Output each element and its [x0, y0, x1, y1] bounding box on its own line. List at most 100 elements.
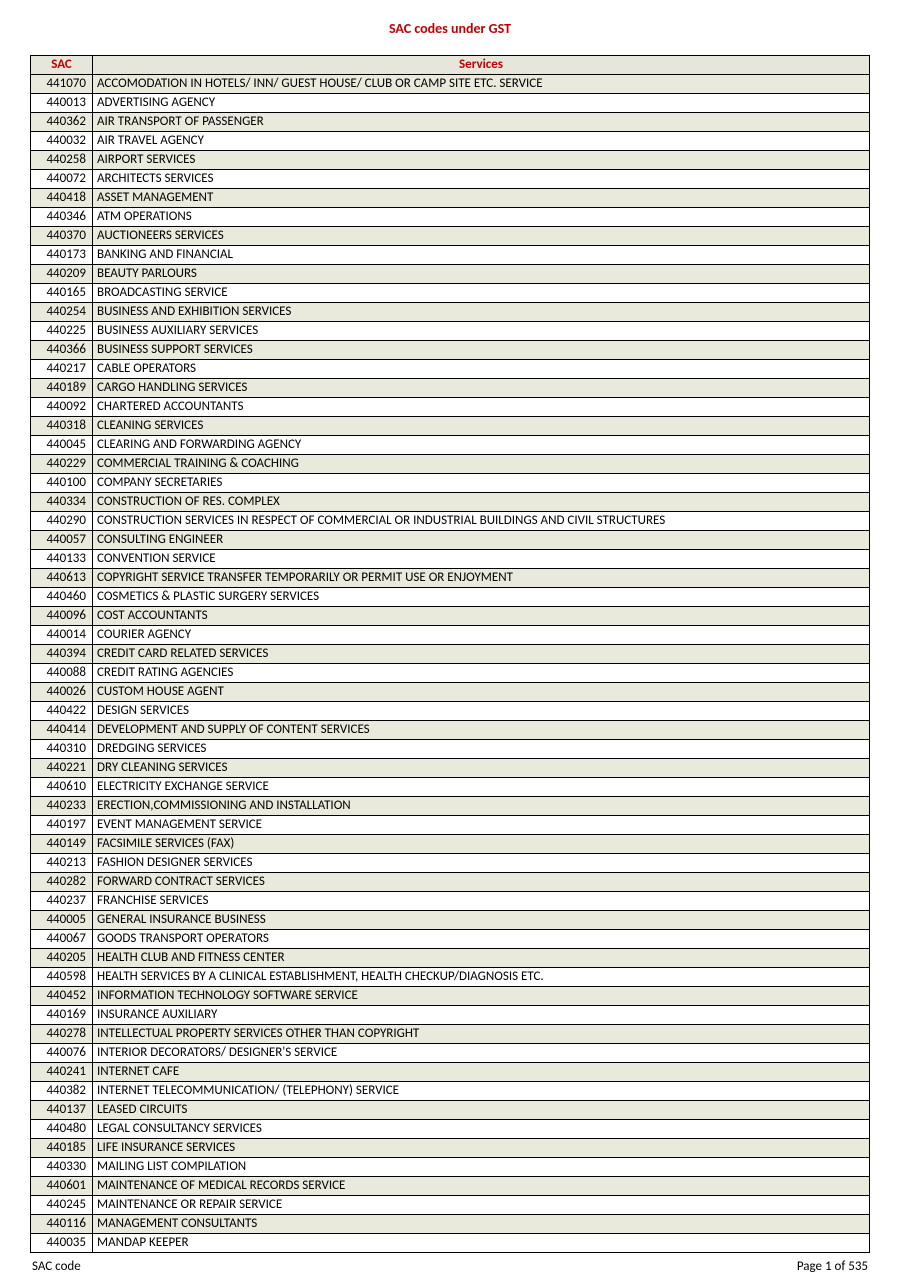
table-row: 440414DEVELOPMENT AND SUPPLY OF CONTENT … [31, 721, 870, 740]
sac-code-cell: 440422 [31, 702, 93, 721]
table-row: 440452INFORMATION TECHNOLOGY SOFTWARE SE… [31, 987, 870, 1006]
service-cell: CONSTRUCTION OF RES. COMPLEX [93, 493, 870, 512]
table-row: 440245MAINTENANCE OR REPAIR SERVICE [31, 1196, 870, 1215]
sac-code-cell: 440137 [31, 1101, 93, 1120]
sac-code-cell: 440229 [31, 455, 93, 474]
table-row: 440394CREDIT CARD RELATED SERVICES [31, 645, 870, 664]
sac-code-cell: 440452 [31, 987, 93, 1006]
table-row: 440045CLEARING AND FORWARDING AGENCY [31, 436, 870, 455]
service-cell: ASSET MANAGEMENT [93, 189, 870, 208]
table-row: 440610ELECTRICITY EXCHANGE SERVICE [31, 778, 870, 797]
service-cell: AUCTIONEERS SERVICES [93, 227, 870, 246]
service-cell: AIRPORT SERVICES [93, 151, 870, 170]
service-cell: LEASED CIRCUITS [93, 1101, 870, 1120]
table-row: 440116MANAGEMENT CONSULTANTS [31, 1215, 870, 1234]
sac-code-cell: 440165 [31, 284, 93, 303]
sac-code-cell: 440613 [31, 569, 93, 588]
table-row: 440072ARCHITECTS SERVICES [31, 170, 870, 189]
sac-code-cell: 440209 [31, 265, 93, 284]
service-cell: MAINTENANCE OR REPAIR SERVICE [93, 1196, 870, 1215]
sac-code-cell: 440045 [31, 436, 93, 455]
table-row: 440185LIFE INSURANCE SERVICES [31, 1139, 870, 1158]
sac-code-cell: 440189 [31, 379, 93, 398]
table-row: 440205HEALTH CLUB AND FITNESS CENTER [31, 949, 870, 968]
service-cell: INTERIOR DECORATORS/ DESIGNER'S SERVICE [93, 1044, 870, 1063]
sac-code-cell: 440217 [31, 360, 93, 379]
table-row: 440032AIR TRAVEL AGENCY [31, 132, 870, 151]
service-cell: FRANCHISE SERVICES [93, 892, 870, 911]
service-cell: INTELLECTUAL PROPERTY SERVICES OTHER THA… [93, 1025, 870, 1044]
service-cell: INTERNET TELECOMMUNICATION/ (TELEPHONY) … [93, 1082, 870, 1101]
table-row: 440613COPYRIGHT SERVICE TRANSFER TEMPORA… [31, 569, 870, 588]
table-row: 441070ACCOMODATION IN HOTELS/ INN/ GUEST… [31, 75, 870, 94]
service-cell: ADVERTISING AGENCY [93, 94, 870, 113]
header-sac: SAC [31, 56, 93, 75]
table-row: 440278INTELLECTUAL PROPERTY SERVICES OTH… [31, 1025, 870, 1044]
service-cell: BUSINESS SUPPORT SERVICES [93, 341, 870, 360]
table-header-row: SAC Services [31, 56, 870, 75]
table-row: 440213FASHION DESIGNER SERVICES [31, 854, 870, 873]
sac-code-cell: 440366 [31, 341, 93, 360]
sac-code-cell: 440057 [31, 531, 93, 550]
table-row: 440225BUSINESS AUXILIARY SERVICES [31, 322, 870, 341]
table-row: 440057CONSULTING ENGINEER [31, 531, 870, 550]
sac-code-cell: 440480 [31, 1120, 93, 1139]
sac-code-cell: 440245 [31, 1196, 93, 1215]
service-cell: FASHION DESIGNER SERVICES [93, 854, 870, 873]
service-cell: DRY CLEANING SERVICES [93, 759, 870, 778]
table-row: 440601MAINTENANCE OF MEDICAL RECORDS SER… [31, 1177, 870, 1196]
service-cell: MAINTENANCE OF MEDICAL RECORDS SERVICE [93, 1177, 870, 1196]
service-cell: BUSINESS AND EXHIBITION SERVICES [93, 303, 870, 322]
service-cell: FORWARD CONTRACT SERVICES [93, 873, 870, 892]
service-cell: COMMERCIAL TRAINING & COACHING [93, 455, 870, 474]
sac-code-cell: 440241 [31, 1063, 93, 1082]
sac-code-cell: 440133 [31, 550, 93, 569]
table-row: 440330MAILING LIST COMPILATION [31, 1158, 870, 1177]
service-cell: GOODS TRANSPORT OPERATORS [93, 930, 870, 949]
table-row: 440282FORWARD CONTRACT SERVICES [31, 873, 870, 892]
sac-code-cell: 440460 [31, 588, 93, 607]
service-cell: BROADCASTING SERVICE [93, 284, 870, 303]
service-cell: DREDGING SERVICES [93, 740, 870, 759]
sac-code-cell: 440334 [31, 493, 93, 512]
sac-code-cell: 440278 [31, 1025, 93, 1044]
table-row: 440598HEALTH SERVICES BY A CLINICAL ESTA… [31, 968, 870, 987]
sac-code-cell: 440213 [31, 854, 93, 873]
sac-code-cell: 440598 [31, 968, 93, 987]
service-cell: HEALTH CLUB AND FITNESS CENTER [93, 949, 870, 968]
service-cell: MANAGEMENT CONSULTANTS [93, 1215, 870, 1234]
sac-code-cell: 440330 [31, 1158, 93, 1177]
service-cell: FACSIMILE SERVICES (FAX) [93, 835, 870, 854]
sac-code-cell: 440414 [31, 721, 93, 740]
service-cell: CABLE OPERATORS [93, 360, 870, 379]
service-cell: BUSINESS AUXILIARY SERVICES [93, 322, 870, 341]
sac-code-cell: 440092 [31, 398, 93, 417]
footer-right: Page 1 of 535 [797, 1259, 868, 1274]
table-row: 440460COSMETICS & PLASTIC SURGERY SERVIC… [31, 588, 870, 607]
table-row: 440026CUSTOM HOUSE AGENT [31, 683, 870, 702]
sac-code-cell: 440185 [31, 1139, 93, 1158]
sac-code-cell: 440290 [31, 512, 93, 531]
sac-code-cell: 440100 [31, 474, 93, 493]
table-row: 440014COURIER AGENCY [31, 626, 870, 645]
service-cell: CLEARING AND FORWARDING AGENCY [93, 436, 870, 455]
table-row: 440382INTERNET TELECOMMUNICATION/ (TELEP… [31, 1082, 870, 1101]
service-cell: MAILING LIST COMPILATION [93, 1158, 870, 1177]
service-cell: CREDIT RATING AGENCIES [93, 664, 870, 683]
table-row: 440189CARGO HANDLING SERVICES [31, 379, 870, 398]
table-row: 440035MANDAP KEEPER [31, 1234, 870, 1253]
footer-left: SAC code [32, 1259, 81, 1274]
sac-code-cell: 440173 [31, 246, 93, 265]
table-row: 440173BANKING AND FINANCIAL [31, 246, 870, 265]
table-row: 440334CONSTRUCTION OF RES. COMPLEX [31, 493, 870, 512]
sac-code-cell: 440035 [31, 1234, 93, 1253]
table-row: 440005GENERAL INSURANCE BUSINESS [31, 911, 870, 930]
sac-code-cell: 440318 [31, 417, 93, 436]
sac-code-cell: 440005 [31, 911, 93, 930]
table-row: 440362AIR TRANSPORT OF PASSENGER [31, 113, 870, 132]
table-row: 440310DREDGING SERVICES [31, 740, 870, 759]
sac-code-cell: 440116 [31, 1215, 93, 1234]
table-row: 440422DESIGN SERVICES [31, 702, 870, 721]
service-cell: CONSTRUCTION SERVICES IN RESPECT OF COMM… [93, 512, 870, 531]
table-row: 440076INTERIOR DECORATORS/ DESIGNER'S SE… [31, 1044, 870, 1063]
